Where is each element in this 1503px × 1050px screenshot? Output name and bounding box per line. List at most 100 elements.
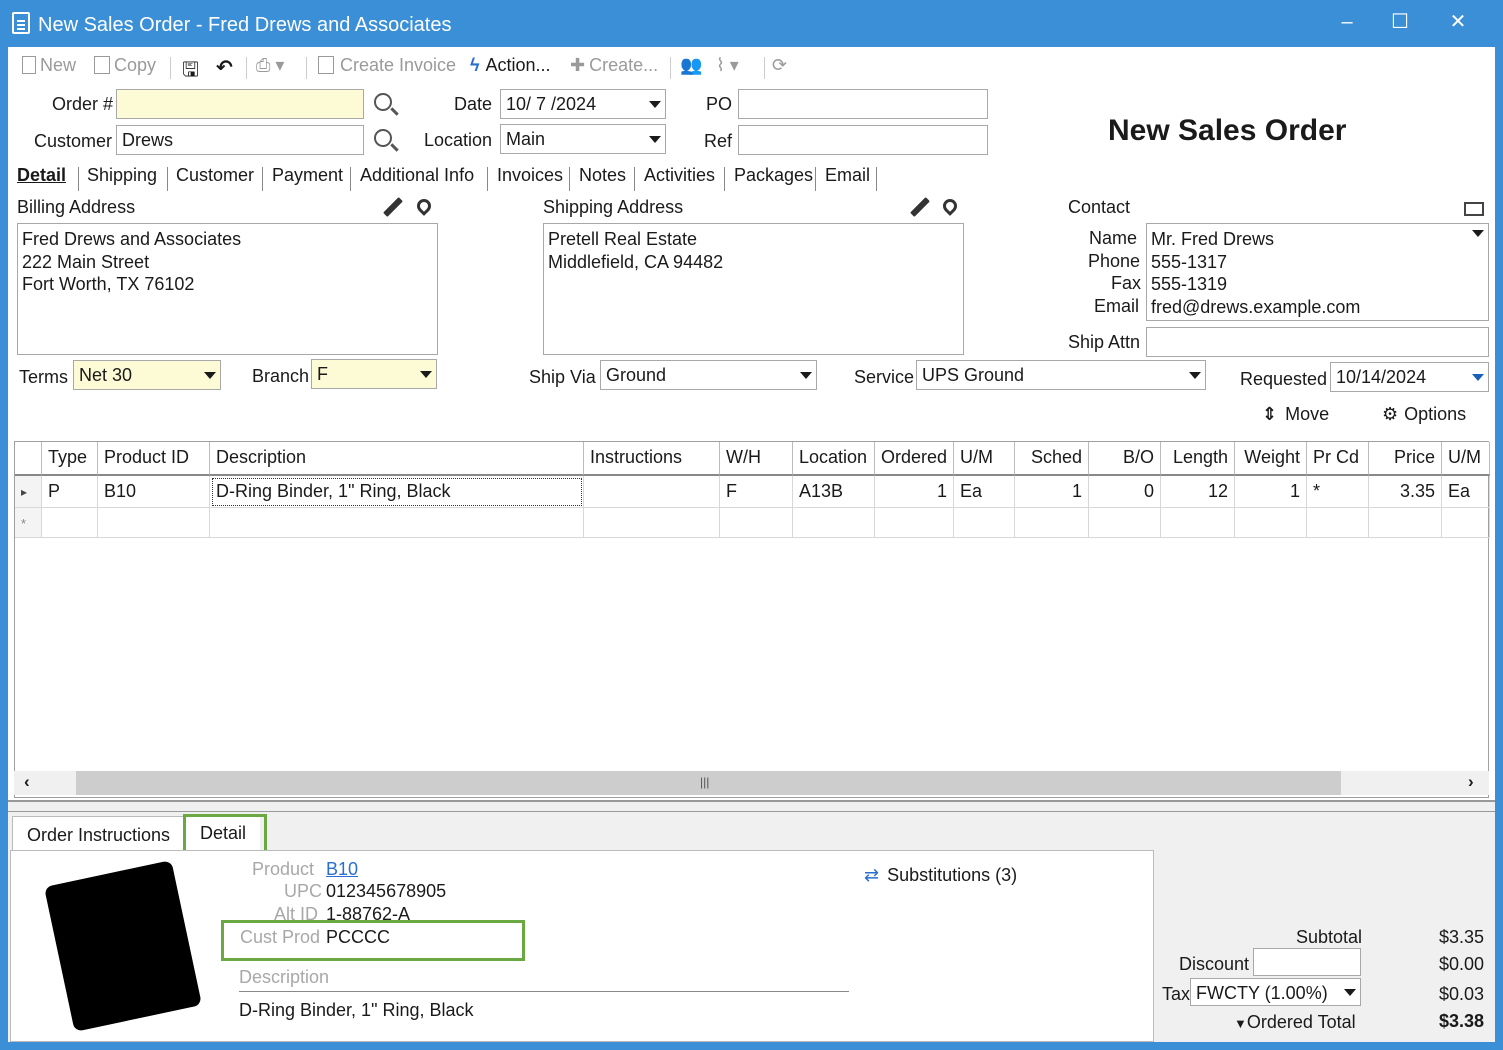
grid-cell[interactable]: F (720, 476, 793, 508)
requested-date-picker[interactable]: 10/14/2024 (1330, 362, 1489, 392)
order-number-input[interactable] (116, 89, 364, 119)
grid-cell[interactable]: * (1307, 476, 1369, 508)
search-icon[interactable] (374, 93, 392, 111)
grid-cell[interactable]: A13B (793, 476, 875, 508)
column-header[interactable]: Pr Cd (1307, 442, 1369, 476)
tab-invoices[interactable]: Invoices (497, 165, 563, 186)
row-marker[interactable]: ▸ (15, 476, 42, 508)
grid-cell[interactable] (1015, 508, 1089, 538)
column-header[interactable]: Price (1369, 442, 1442, 476)
grid-cell[interactable] (210, 508, 584, 538)
branch-select[interactable]: F (311, 359, 437, 389)
grid-cell[interactable] (42, 508, 98, 538)
column-header[interactable]: U/M (954, 442, 1015, 476)
refresh-icon[interactable]: ⟳ (772, 55, 787, 76)
grid-cell[interactable] (584, 508, 720, 538)
horizontal-scrollbar[interactable]: ‹ ||| › (14, 771, 1489, 795)
chevron-down-icon[interactable] (1472, 230, 1484, 237)
grid-cell[interactable]: Ea (954, 476, 1015, 508)
contact-card-icon[interactable] (1464, 202, 1484, 216)
copy-button[interactable]: Copy (94, 55, 156, 76)
terms-select[interactable]: Net 30 (73, 360, 221, 390)
grid-cell[interactable]: Ea (1442, 476, 1490, 508)
column-header[interactable]: Description (210, 442, 584, 476)
new-row-marker[interactable]: * (15, 508, 42, 538)
tab-detail[interactable]: Detail (17, 165, 66, 186)
column-header[interactable]: Length (1161, 442, 1235, 476)
tab-packages[interactable]: Packages (734, 165, 813, 186)
grid-cell[interactable] (1089, 508, 1161, 538)
grid-cell[interactable]: 1 (1235, 476, 1307, 508)
column-header[interactable]: Instructions (584, 442, 720, 476)
search-icon[interactable] (374, 129, 392, 147)
grid-cell[interactable]: 3.35 (1369, 476, 1442, 508)
service-select[interactable]: UPS Ground (916, 360, 1206, 390)
grid-cell[interactable] (584, 476, 720, 508)
splitter[interactable] (8, 800, 1495, 812)
grid-cell[interactable] (875, 508, 954, 538)
discount-input[interactable] (1253, 948, 1361, 976)
save-icon[interactable]: 🖫 (182, 55, 199, 89)
column-header[interactable]: B/O (1089, 442, 1161, 476)
shipping-address-box[interactable]: Pretell Real Estate Middlefield, CA 9448… (543, 223, 964, 355)
tax-select[interactable]: FWCTY (1.00%) (1190, 978, 1361, 1006)
ship-via-select[interactable]: Ground (600, 360, 817, 390)
action-button[interactable]: ϟ Action... (470, 55, 551, 76)
column-header[interactable]: Product ID (98, 442, 210, 476)
scrollbar-thumb[interactable]: ||| (76, 771, 1341, 795)
grid-cell[interactable]: 0 (1089, 476, 1161, 508)
tab-shipping[interactable]: Shipping (87, 165, 157, 186)
grid-cell[interactable] (1235, 508, 1307, 538)
scroll-right-icon[interactable]: › (1468, 772, 1474, 792)
grid-cell[interactable] (1161, 508, 1235, 538)
grid-cell[interactable]: B10 (98, 476, 210, 508)
tab-notes[interactable]: Notes (579, 165, 626, 186)
tab-activities[interactable]: Activities (644, 165, 715, 186)
grid-cell[interactable]: D-Ring Binder, 1" Ring, Black (210, 476, 584, 508)
column-header[interactable]: W/H (720, 442, 793, 476)
grid-cell[interactable]: 1 (1015, 476, 1089, 508)
column-header[interactable]: Sched (1015, 442, 1089, 476)
grid-cell[interactable]: 1 (875, 476, 954, 508)
tab-email[interactable]: Email (825, 165, 870, 186)
substitutions-button[interactable]: ⇄ Substitutions (3) (864, 865, 1017, 886)
tab-additional-info[interactable]: Additional Info (360, 165, 474, 186)
options-button[interactable]: ⚙ Options (1382, 404, 1466, 425)
undo-icon[interactable]: ↶ (216, 55, 233, 80)
column-header[interactable]: Type (42, 442, 98, 476)
grid-cell[interactable] (1442, 508, 1490, 538)
grid-cell[interactable] (98, 508, 210, 538)
contact-box[interactable]: Mr. Fred Drews 555-1317 555-1319 fred@dr… (1146, 223, 1489, 321)
scroll-left-icon[interactable]: ‹ (24, 772, 30, 792)
customer-input[interactable]: Drews (116, 125, 364, 155)
tab-order-instructions[interactable]: Order Instructions (12, 816, 186, 854)
tab-payment[interactable]: Payment (272, 165, 343, 186)
product-link[interactable]: B10 (326, 859, 358, 880)
column-header[interactable]: Location (793, 442, 875, 476)
grid-cell[interactable] (1369, 508, 1442, 538)
billing-address-box[interactable]: Fred Drews and Associates 222 Main Stree… (17, 223, 438, 355)
ordered-total-toggle[interactable]: ▼Ordered Total (1234, 1012, 1356, 1033)
grid-cell[interactable] (793, 508, 875, 538)
ship-attn-input[interactable] (1146, 327, 1489, 357)
ref-input[interactable] (738, 125, 988, 155)
column-header[interactable]: Ordered (875, 442, 954, 476)
grid-cell[interactable] (954, 508, 1015, 538)
tab-customer[interactable]: Customer (176, 165, 254, 186)
grid-cell[interactable] (1307, 508, 1369, 538)
location-select[interactable]: Main (500, 124, 666, 154)
column-header[interactable]: Weight (1235, 442, 1307, 476)
po-input[interactable] (738, 89, 988, 119)
grid-cell[interactable] (720, 508, 793, 538)
printer-icon[interactable]: ⎙ ▾ (256, 55, 284, 76)
create-invoice-button[interactable]: Create Invoice (318, 55, 456, 76)
create-button[interactable]: ✚ Create... (570, 55, 658, 76)
grid-cell[interactable]: P (42, 476, 98, 508)
new-button[interactable]: New (22, 55, 76, 76)
paperclip-icon[interactable]: ⌇ ▾ (716, 55, 739, 76)
date-picker[interactable]: 10/ 7 /2024 (500, 89, 666, 119)
users-icon[interactable]: 👥 (680, 55, 702, 76)
grid-cell[interactable]: 12 (1161, 476, 1235, 508)
column-header[interactable]: U/M (1442, 442, 1490, 476)
move-button[interactable]: ⇕ Move (1262, 404, 1329, 425)
